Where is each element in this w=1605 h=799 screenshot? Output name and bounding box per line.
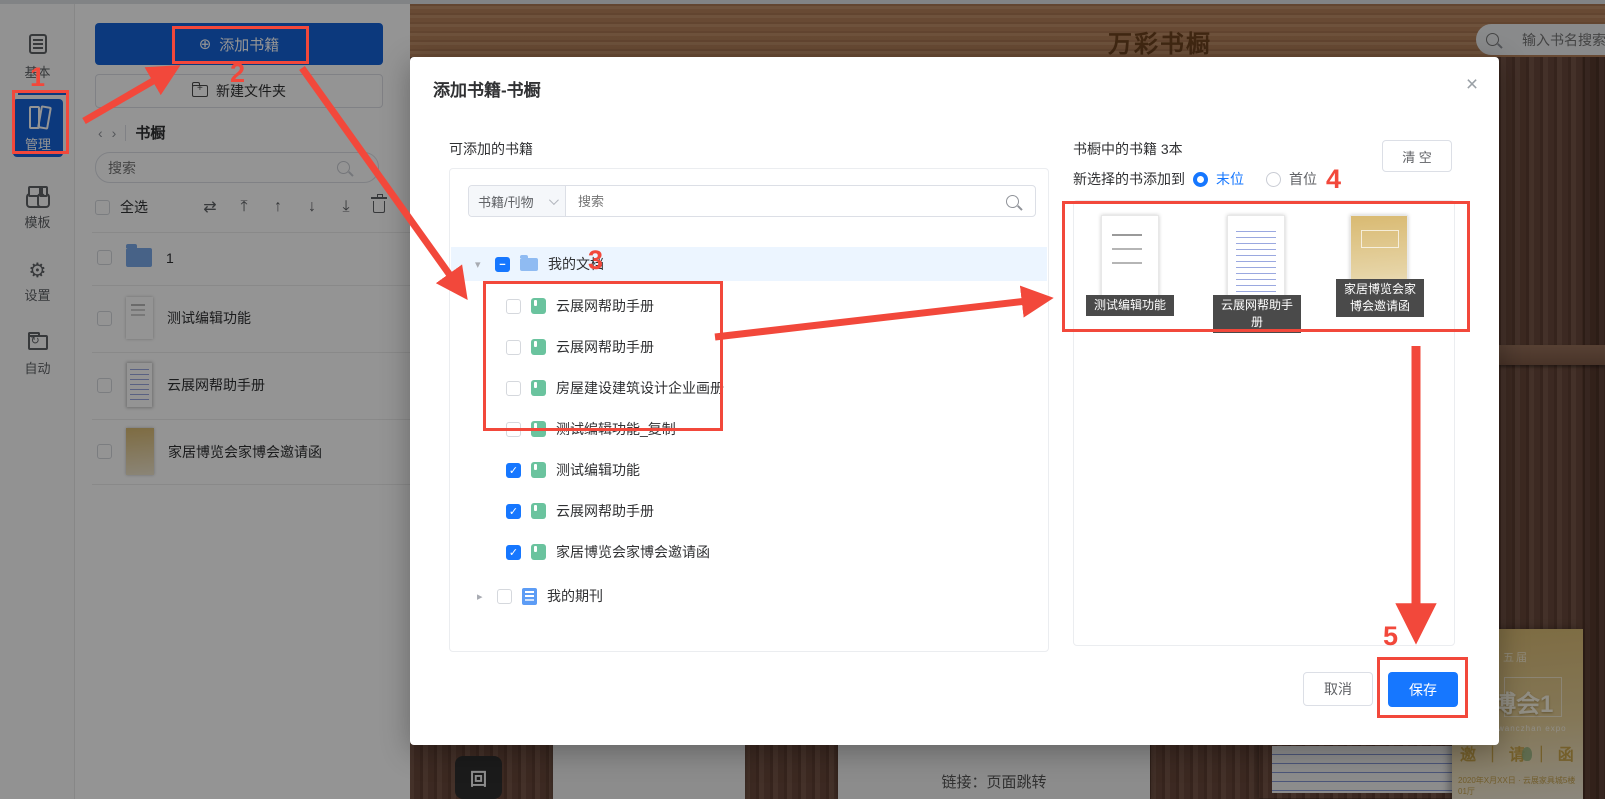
caret-down-icon[interactable]: ▾ bbox=[475, 258, 485, 271]
cancel-button[interactable]: 取消 bbox=[1303, 672, 1373, 706]
dialog-title: 添加书籍-书橱 bbox=[433, 76, 541, 101]
tree-book-item[interactable]: ✓ 家居博览会家博会邀请函 bbox=[451, 535, 1047, 569]
caret-right-icon[interactable]: ▸ bbox=[477, 590, 487, 603]
available-books-label: 可添加的书籍 bbox=[449, 139, 533, 159]
annotation-step-1: 1 bbox=[30, 62, 45, 93]
item-checkbox-checked[interactable]: ✓ bbox=[506, 545, 521, 560]
item-checkbox-checked[interactable]: ✓ bbox=[506, 504, 521, 519]
annotation-step-4: 4 bbox=[1326, 164, 1341, 195]
tree-node-my-documents[interactable]: ▾ − 我的文档 bbox=[451, 247, 1047, 281]
book-icon bbox=[531, 462, 546, 478]
insert-position-row: 新选择的书添加到 末位 首位 bbox=[1073, 169, 1317, 189]
folder-icon bbox=[520, 258, 538, 271]
annotation-box-tree-items bbox=[483, 281, 723, 431]
annotation-step-5: 5 bbox=[1383, 621, 1398, 652]
clear-button[interactable]: 清 空 bbox=[1382, 140, 1452, 172]
annotation-box-save bbox=[1377, 657, 1468, 718]
radio-end[interactable] bbox=[1193, 172, 1208, 187]
book-search-input[interactable] bbox=[566, 194, 1006, 209]
item-checkbox[interactable] bbox=[497, 589, 512, 604]
annotation-box-shelf-books bbox=[1062, 201, 1470, 332]
shelf-count-label: 书橱中的书籍 3本 bbox=[1073, 139, 1183, 159]
annotation-box-manage bbox=[12, 90, 69, 154]
annotation-step-3: 3 bbox=[588, 245, 603, 276]
tree-node-my-journals[interactable]: ▸ 我的期刊 bbox=[451, 579, 1047, 613]
screen: 万彩书橱 链接：页面跳转 回 五届 博会1 wanczhan expo 邀 ｜ … bbox=[0, 0, 1605, 799]
book-icon bbox=[531, 503, 546, 519]
position-label: 新选择的书添加到 bbox=[1073, 169, 1185, 189]
radio-first[interactable] bbox=[1266, 172, 1281, 187]
item-checkbox-checked[interactable]: ✓ bbox=[506, 463, 521, 478]
journal-icon bbox=[522, 588, 537, 605]
filter-row: 书籍/刊物 bbox=[468, 185, 1036, 217]
tree-book-item[interactable]: ✓ 云展网帮助手册 bbox=[451, 494, 1047, 528]
search-icon[interactable] bbox=[1006, 195, 1019, 208]
type-dropdown[interactable]: 书籍/刊物 bbox=[469, 186, 566, 216]
indeterminate-checkbox[interactable]: − bbox=[495, 257, 510, 272]
tree-book-item[interactable]: ✓ 测试编辑功能 bbox=[451, 453, 1047, 487]
chevron-down-icon bbox=[549, 195, 559, 205]
book-icon bbox=[531, 544, 546, 560]
close-icon[interactable]: × bbox=[1460, 73, 1484, 97]
annotation-step-2: 2 bbox=[230, 58, 245, 89]
